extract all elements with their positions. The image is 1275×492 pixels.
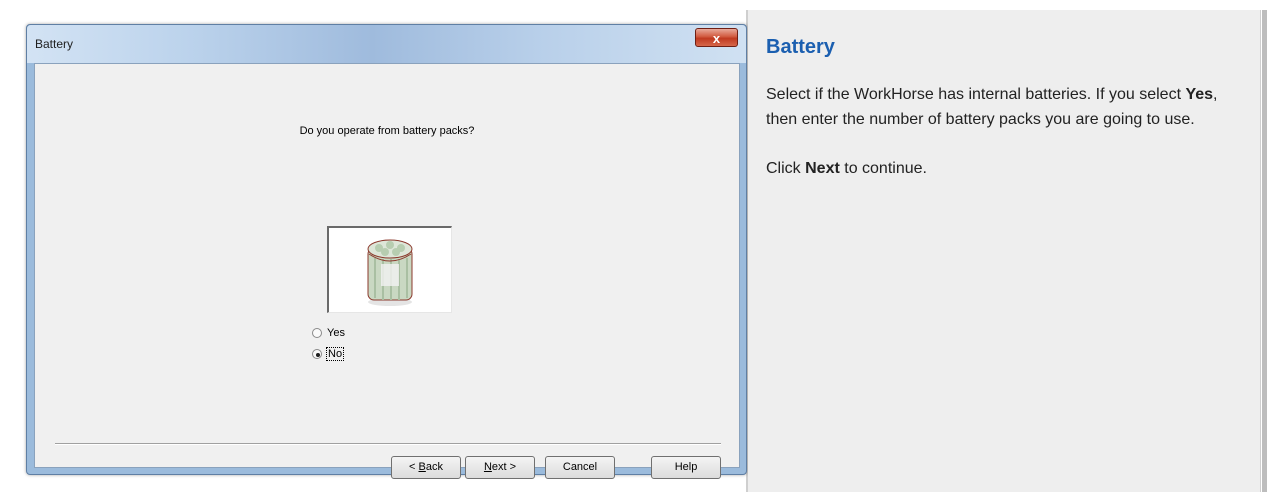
radio-selected-dot bbox=[316, 353, 320, 357]
cancel-button[interactable]: Cancel bbox=[545, 456, 615, 479]
help-next-bold: Next bbox=[805, 160, 840, 177]
button-separator bbox=[55, 443, 721, 445]
help-panel: Battery Select if the WorkHorse has inte… bbox=[748, 10, 1261, 492]
battery-pack-icon bbox=[367, 239, 413, 306]
battery-dialog: Battery x Do you operate from battery pa… bbox=[26, 24, 747, 479]
dialog-title: Battery bbox=[35, 37, 74, 51]
back-button-prefix: < bbox=[409, 461, 419, 473]
next-button-label: ext > bbox=[491, 461, 517, 473]
help-text-segment: Click bbox=[766, 160, 806, 177]
radio-yes-indicator[interactable] bbox=[312, 328, 322, 338]
next-button[interactable]: Next > bbox=[465, 456, 535, 479]
battery-question: Do you operate from battery packs? bbox=[299, 125, 475, 137]
cancel-button-label: Cancel bbox=[562, 461, 598, 473]
help-button-label: Help bbox=[674, 461, 698, 473]
back-button-mnemonic: B bbox=[418, 461, 426, 473]
help-paragraph-select: Select if the WorkHorse has internal bat… bbox=[766, 82, 1246, 132]
battery-pack-image bbox=[327, 226, 452, 313]
help-yes-bold: Yes bbox=[1185, 86, 1214, 103]
help-paragraph-next: Click Next to continue. bbox=[766, 160, 927, 178]
help-text-segment: to continue. bbox=[839, 160, 927, 177]
radio-yes-label[interactable]: Yes bbox=[327, 327, 345, 339]
help-text-segment: Select if the WorkHorse has internal bat… bbox=[766, 86, 1186, 103]
close-icon: x bbox=[712, 31, 721, 46]
top-margin bbox=[0, 0, 1275, 10]
dialog-titlebar[interactable]: Battery x bbox=[27, 25, 746, 63]
help-button[interactable]: Help bbox=[651, 456, 721, 479]
help-title: Battery bbox=[766, 36, 835, 58]
radio-no-indicator[interactable] bbox=[312, 349, 322, 359]
back-button[interactable]: < Back bbox=[391, 456, 461, 479]
dialog-client-area: Do you operate from battery packs? Yes N… bbox=[34, 63, 740, 479]
next-button-mnemonic: N bbox=[483, 461, 492, 473]
help-panel-edge bbox=[1262, 10, 1267, 492]
back-button-label: ack bbox=[425, 461, 443, 473]
radio-no-label[interactable]: No bbox=[325, 347, 345, 361]
close-button[interactable]: x bbox=[695, 28, 738, 47]
